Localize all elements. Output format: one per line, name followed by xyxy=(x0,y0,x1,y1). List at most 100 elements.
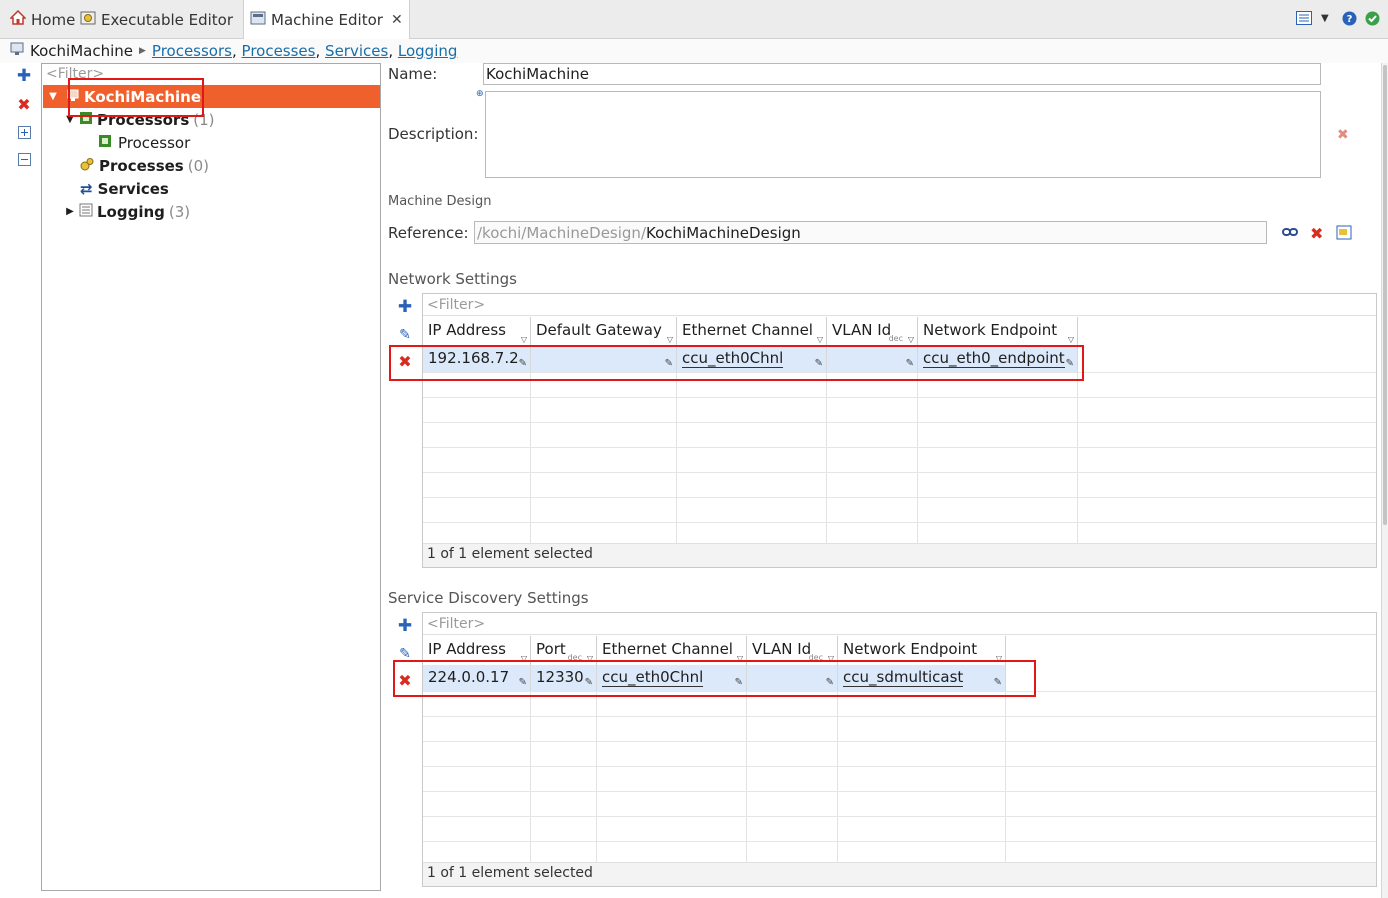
column-header-label: Network Endpoint xyxy=(923,321,1058,339)
expand-all-icon[interactable] xyxy=(14,122,34,142)
tab-executable-editor[interactable]: Executable Editor xyxy=(80,0,233,39)
tree-item-label: Logging xyxy=(97,202,165,221)
breadcrumb-root[interactable]: KochiMachine xyxy=(30,42,133,60)
row-divider xyxy=(423,766,1376,767)
chevron-right-icon: ▶ xyxy=(138,46,146,56)
row-divider xyxy=(423,522,1376,523)
reference-label: Reference: xyxy=(388,224,469,242)
name-field[interactable]: KochiMachine xyxy=(483,63,1321,85)
filter-icon[interactable]: ▽ xyxy=(521,335,527,344)
network-settings-title: Network Settings xyxy=(388,270,517,288)
remove-reference-icon[interactable]: ✖ xyxy=(1310,224,1323,243)
tab-home[interactable]: Home xyxy=(9,0,76,39)
link-icon[interactable] xyxy=(1282,226,1298,242)
breadcrumb-link-logging[interactable]: Logging xyxy=(398,42,458,60)
machine-design-title: Machine Design xyxy=(388,194,492,209)
column-header-label: Ethernet Channel xyxy=(682,321,813,339)
add-element-button[interactable]: ✚ xyxy=(14,66,34,86)
service-discovery-table: <Filter> IP Address ▽ Port dec ▽ Ethernet C… xyxy=(422,612,1377,887)
view-menu-icon[interactable] xyxy=(1296,11,1312,29)
description-label: Description: xyxy=(388,125,479,143)
edit-network-row-button[interactable]: ✎ xyxy=(395,325,415,345)
discovery-selection-status: 1 of 1 element selected xyxy=(427,865,593,881)
breadcrumb-link-processors[interactable]: Processors xyxy=(152,42,232,60)
column-header-label: VLAN Id xyxy=(832,321,892,339)
browse-reference-icon[interactable] xyxy=(1336,225,1352,244)
validate-icon[interactable] xyxy=(1365,11,1380,30)
annotation-highlight xyxy=(393,660,1036,697)
info-decorator-icon: ⊕ xyxy=(476,89,484,99)
row-divider xyxy=(423,397,1376,398)
editor-tab-bar: Home Executable Editor Machine Editor ✕ … xyxy=(0,0,1388,40)
expand-toggle-icon[interactable]: ▶ xyxy=(64,206,76,217)
scrollbar-thumb[interactable] xyxy=(1383,65,1387,525)
tab-machine-label: Machine Editor xyxy=(271,11,383,29)
tree-item-logging[interactable]: ▶ Logging (3) xyxy=(64,200,190,223)
vertical-scrollbar[interactable] xyxy=(1381,63,1388,898)
processes-gear-icon xyxy=(80,157,94,175)
network-table-filter[interactable]: <Filter> xyxy=(423,294,1376,316)
tab-home-label: Home xyxy=(31,10,76,29)
filter-icon[interactable]: ▽ xyxy=(908,335,914,344)
column-header-label: Port xyxy=(536,640,566,658)
service-discovery-title: Service Discovery Settings xyxy=(388,589,589,607)
annotation-highlight xyxy=(68,78,204,117)
breadcrumb-link-services[interactable]: Services xyxy=(325,42,388,60)
collapse-all-icon[interactable] xyxy=(14,149,34,169)
chevron-down-icon[interactable]: ▼ xyxy=(1321,13,1329,24)
close-icon[interactable]: ✕ xyxy=(391,12,403,28)
reference-path: /kochi/MachineDesign/ xyxy=(477,223,646,242)
name-value: KochiMachine xyxy=(486,65,589,83)
column-header-label: Network Endpoint xyxy=(843,640,978,658)
breadcrumb: KochiMachine ▶ Processors, Processes, Se… xyxy=(0,39,1388,63)
tree-item-count: (3) xyxy=(168,202,191,221)
filter-icon[interactable]: ▽ xyxy=(1068,335,1074,344)
reference-field[interactable]: /kochi/MachineDesign/KochiMachineDesign xyxy=(474,221,1267,244)
clear-description-icon[interactable]: ✖ xyxy=(1337,127,1349,143)
services-arrows-icon: ⇄ xyxy=(80,179,93,198)
home-icon xyxy=(9,9,27,29)
tree-item-label: Processes xyxy=(99,156,184,175)
filter-icon[interactable]: ▽ xyxy=(667,335,673,344)
breadcrumb-link-processes[interactable]: Processes xyxy=(242,42,316,60)
tree-item-processor[interactable]: Processor xyxy=(98,131,190,154)
machine-icon xyxy=(250,10,266,30)
description-field[interactable] xyxy=(485,91,1321,178)
row-divider xyxy=(423,716,1376,717)
tree-item-label: Services xyxy=(97,179,169,198)
logging-icon xyxy=(79,203,93,221)
column-header-vlan-id[interactable]: VLAN Id dec ▽ xyxy=(827,317,918,347)
tree-item-processes[interactable]: Processes (0) xyxy=(80,154,209,177)
row-divider xyxy=(423,841,1376,842)
name-label: Name: xyxy=(388,65,438,83)
column-header-label: Ethernet Channel xyxy=(602,640,733,658)
annotation-highlight xyxy=(389,345,1084,381)
machine-icon xyxy=(10,42,24,60)
column-header-default-gateway[interactable]: Default Gateway ▽ xyxy=(531,317,677,347)
expand-toggle-icon[interactable]: ▼ xyxy=(47,91,59,102)
column-header-label: VLAN Id xyxy=(752,640,812,658)
discovery-table-filter[interactable]: <Filter> xyxy=(423,613,1376,635)
row-divider xyxy=(423,497,1376,498)
network-settings-table: <Filter> IP Address ▽ Default Gateway ▽ Et… xyxy=(422,293,1377,568)
executable-icon xyxy=(80,10,96,30)
column-header-label: Default Gateway xyxy=(536,321,662,339)
column-header-network-endpoint[interactable]: Network Endpoint ▽ xyxy=(918,317,1078,347)
row-divider xyxy=(423,816,1376,817)
reference-name: KochiMachineDesign xyxy=(646,223,801,242)
breadcrumb-separator: , xyxy=(388,42,394,60)
row-divider xyxy=(423,741,1376,742)
breadcrumb-separator: , xyxy=(231,42,237,60)
help-icon[interactable]: ? xyxy=(1342,11,1357,30)
tab-machine-editor[interactable]: Machine Editor ✕ xyxy=(243,0,410,40)
svg-text:?: ? xyxy=(1347,14,1353,25)
row-divider xyxy=(423,472,1376,473)
tree-item-services[interactable]: ⇄ Services xyxy=(80,177,169,200)
column-header-label: IP Address xyxy=(428,640,506,658)
column-header-ip-address[interactable]: IP Address ▽ xyxy=(423,317,531,347)
add-discovery-row-button[interactable]: ✚ xyxy=(395,616,415,636)
delete-element-button[interactable]: ✖ xyxy=(14,94,34,114)
add-network-row-button[interactable]: ✚ xyxy=(395,297,415,317)
filter-icon[interactable]: ▽ xyxy=(817,335,823,344)
column-header-ethernet-channel[interactable]: Ethernet Channel ▽ xyxy=(677,317,827,347)
